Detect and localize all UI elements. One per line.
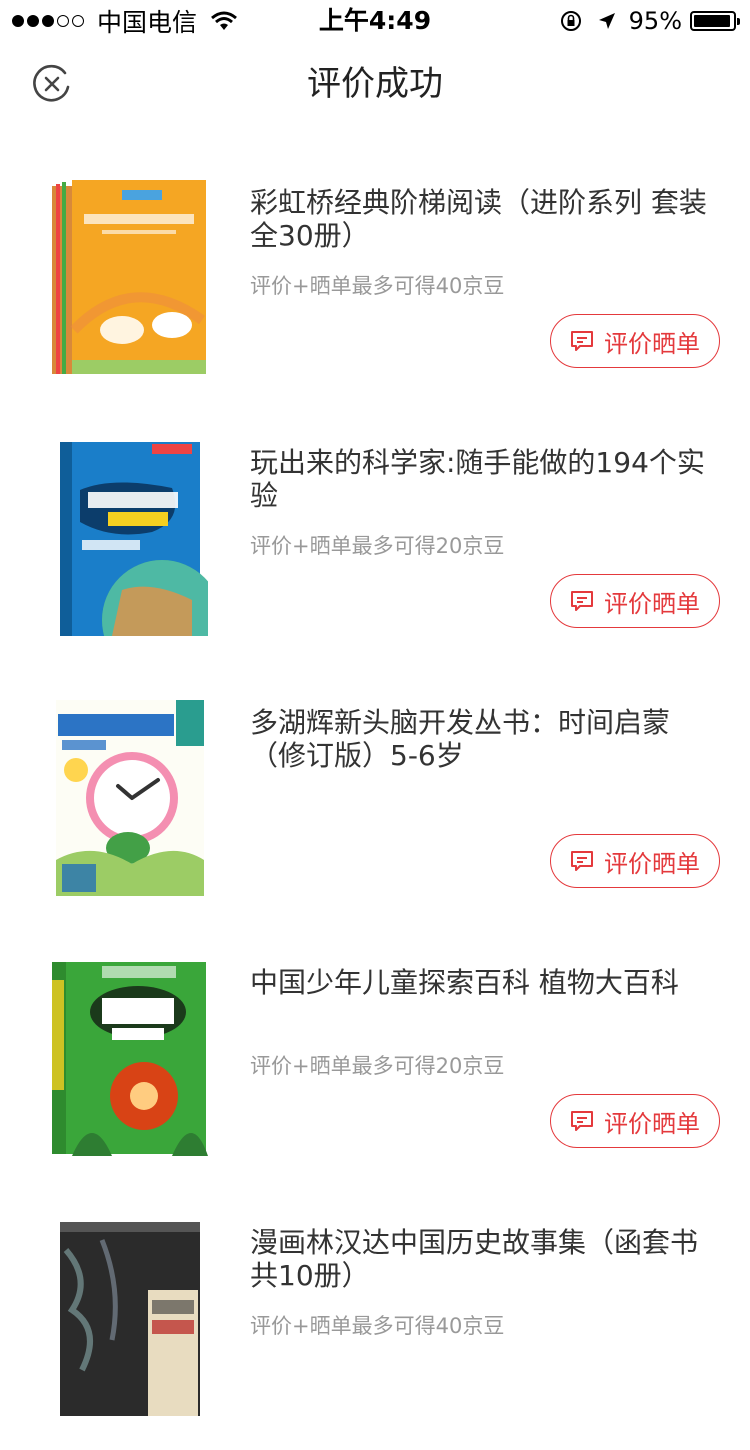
review-button[interactable]: 评价晒单 [550, 834, 720, 888]
reward-text: 评价+晒单最多可得40京豆 [250, 1314, 505, 1338]
book-cover-image[interactable] [52, 960, 208, 1156]
book-cover-image[interactable] [52, 440, 208, 636]
review-button[interactable]: 评价晒单 [550, 574, 720, 628]
comment-icon [571, 851, 593, 871]
list-item: 中国少年儿童探索百科 植物大百科 评价+晒单最多可得20京豆 评价晒单 [0, 930, 750, 1190]
review-button[interactable]: 评价晒单 [550, 1094, 720, 1148]
review-button[interactable]: 评价晒单 [550, 314, 720, 368]
product-title[interactable]: 多湖辉新头脑开发丛书：时间启蒙（修订版）5-6岁 [250, 706, 720, 772]
book-cover-image[interactable] [52, 180, 208, 376]
reward-text: 评价+晒单最多可得40京豆 [250, 274, 505, 298]
status-bar: 中国电信 上午4:49 95% [0, 0, 750, 40]
battery-fill [694, 15, 731, 27]
product-title[interactable]: 中国少年儿童探索百科 植物大百科 [250, 966, 720, 999]
product-title[interactable]: 漫画林汉达中国历史故事集（函套书共10册） [250, 1226, 720, 1292]
product-title[interactable]: 彩虹桥经典阶梯阅读（进阶系列 套装全30册） [250, 186, 720, 252]
book-cover-image[interactable] [52, 1220, 208, 1416]
book-cover-image[interactable] [52, 700, 208, 896]
comment-icon [571, 591, 593, 611]
product-title[interactable]: 玩出来的科学家:随手能做的194个实验 [250, 446, 720, 512]
status-right: 95% [545, 4, 740, 38]
review-button-label: 评价晒单 [604, 849, 700, 878]
reward-text: 评价+晒单最多可得20京豆 [250, 534, 505, 558]
review-button-label: 评价晒单 [604, 589, 700, 618]
battery-icon [690, 11, 740, 31]
orientation-lock-icon [560, 11, 581, 31]
location-arrow-icon [598, 13, 615, 29]
reward-text: 评价+晒单最多可得20京豆 [250, 1054, 505, 1078]
list-item: 多湖辉新头脑开发丛书：时间启蒙（修订版）5-6岁 评价晒单 [0, 670, 750, 930]
list-item: 彩虹桥经典阶梯阅读（进阶系列 套装全30册） 评价+晒单最多可得40京豆 评价晒… [0, 150, 750, 410]
review-button-label: 评价晒单 [604, 329, 700, 358]
nav-bar: 评价成功 [0, 40, 750, 128]
battery-percent: 95% [628, 7, 682, 35]
comment-icon [571, 331, 593, 351]
page-title: 评价成功 [307, 64, 443, 104]
review-button-label: 评价晒单 [604, 1109, 700, 1138]
product-list: 彩虹桥经典阶梯阅读（进阶系列 套装全30册） 评价+晒单最多可得40京豆 评价晒… [0, 150, 750, 1450]
comment-icon [571, 1111, 593, 1131]
list-item: 漫画林汉达中国历史故事集（函套书共10册） 评价+晒单最多可得40京豆 [0, 1190, 750, 1450]
list-item: 玩出来的科学家:随手能做的194个实验 评价+晒单最多可得20京豆 评价晒单 [0, 410, 750, 670]
